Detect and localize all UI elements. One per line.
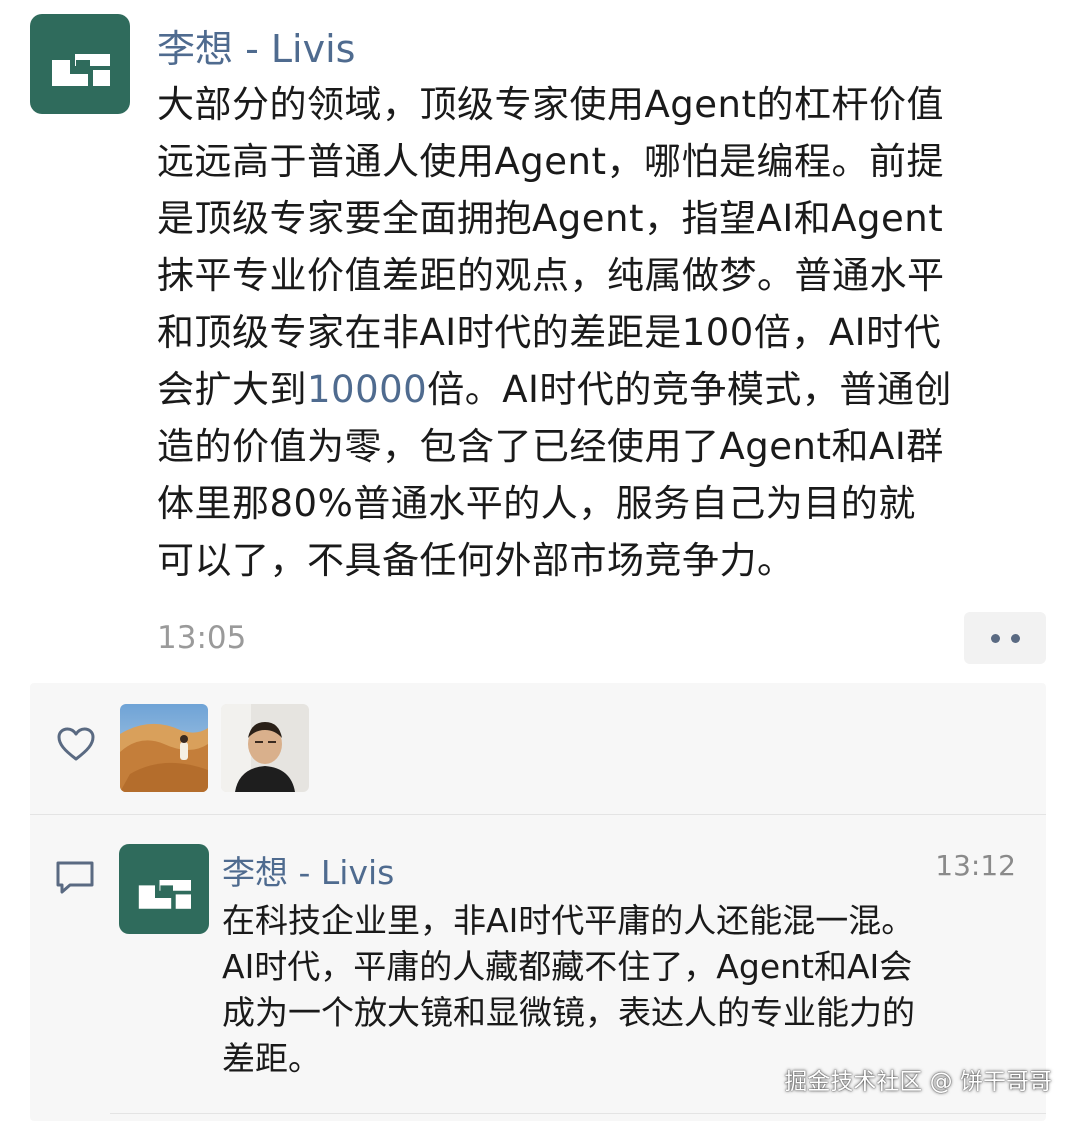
- moments-post: 李想 - Livis 大部分的领域，顶级专家使用Agent的杠杆价值 远远高于普…: [0, 0, 1080, 680]
- author-avatar[interactable]: [30, 14, 130, 114]
- comment-time: 13:12: [935, 849, 1016, 882]
- liker-avatar-desert[interactable]: [120, 704, 208, 792]
- divider: [30, 814, 1046, 815]
- likes-row: [30, 683, 1046, 813]
- brand-logo-icon: [138, 880, 191, 909]
- comment-text: 在科技企业里，非AI时代平庸的人还能混一混。 AI时代，平庸的人藏都藏不住了，A…: [222, 901, 915, 1078]
- post-body-highlight[interactable]: 10000: [307, 368, 427, 411]
- author-name[interactable]: 李想 - Livis: [157, 18, 355, 73]
- liker-avatar-portrait[interactable]: [221, 704, 309, 792]
- commenter-avatar[interactable]: [119, 844, 209, 934]
- post-body-part-1: 大部分的领域，顶级专家使用Agent的杠杆价值 远远高于普通人使用Agent，哪…: [157, 83, 945, 411]
- heart-icon: [57, 727, 95, 761]
- more-dots-icon: [990, 633, 1000, 643]
- brand-logo-icon: [52, 54, 110, 86]
- commenter-name[interactable]: 李想 - Livis: [222, 846, 394, 894]
- more-button[interactable]: [964, 612, 1046, 664]
- divider: [110, 1113, 1046, 1114]
- post-time: 13:05: [157, 620, 247, 656]
- comment-icon: [56, 861, 94, 894]
- watermark: 掘金技术社区 @ 饼干哥哥: [784, 1069, 1052, 1095]
- desert-photo-icon: [120, 704, 208, 792]
- interactions-panel: 李想 - Livis 13:12 在科技企业里，非AI时代平庸的人还能混一混。 …: [30, 683, 1046, 1121]
- more-dots-icon: [1010, 633, 1020, 643]
- man-portrait-icon: [221, 704, 309, 792]
- post-body: 大部分的领域，顶级专家使用Agent的杠杆价值 远远高于普通人使用Agent，哪…: [157, 76, 1057, 589]
